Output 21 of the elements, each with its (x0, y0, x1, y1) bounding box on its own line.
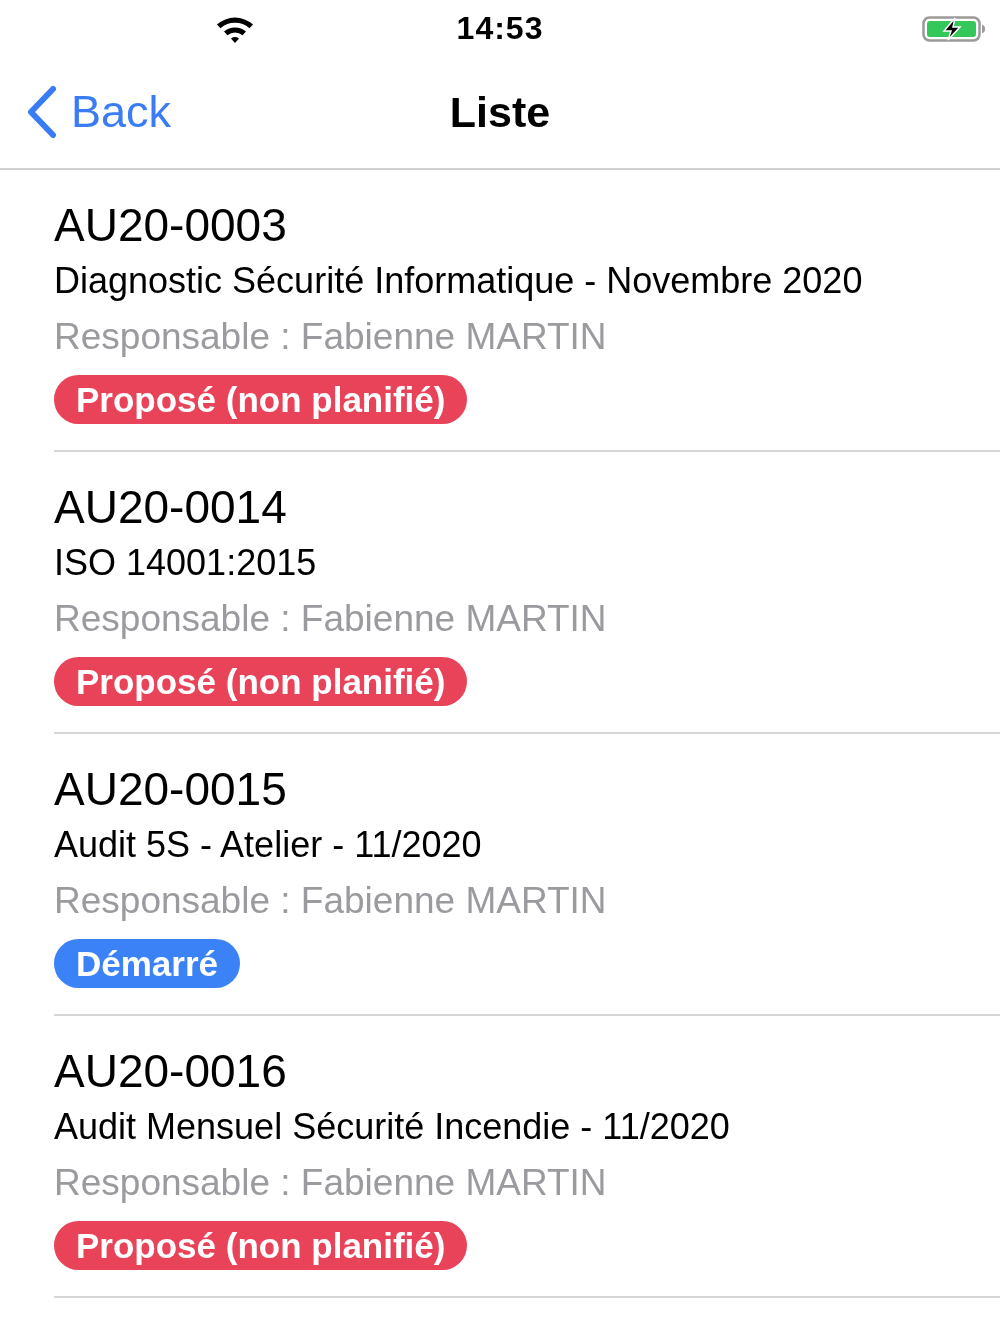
audit-title: ISO 14001:2015 (54, 541, 317, 585)
audit-code: AU20-0014 (54, 480, 287, 535)
status-badge: Proposé (non planifié) (54, 375, 468, 424)
responsible-text: Responsable : Fabienne MARTIN (54, 315, 607, 359)
status-badge: Démarré (54, 939, 241, 988)
audit-code: AU20-0003 (54, 198, 287, 253)
status-badge: Proposé (non planifié) (54, 657, 468, 706)
audit-code: AU20-0016 (54, 1044, 287, 1099)
audit-title: Audit 5S - Atelier - 11/2020 (54, 823, 482, 867)
responsible-text: Responsable : Fabienne MARTIN (54, 879, 607, 923)
responsible-text: Responsable : Fabienne MARTIN (54, 597, 607, 641)
nav-title: Liste (449, 86, 551, 138)
status-time: 14:53 (456, 8, 544, 48)
battery-icon (922, 15, 986, 42)
audit-title: Diagnostic Sécurité Informatique - Novembre 2020 (54, 259, 863, 303)
back-button[interactable]: Back (25, 83, 172, 140)
audit-code: AU20-0015 (54, 762, 287, 817)
chevron-icon (25, 84, 59, 139)
status-badge: Proposé (non planifié) (54, 1221, 468, 1270)
responsible-text: Responsable : Fabienne MARTIN (54, 1161, 607, 1205)
audit-title: Audit Mensuel Sécurité Incendie - 11/2020 (54, 1105, 730, 1149)
